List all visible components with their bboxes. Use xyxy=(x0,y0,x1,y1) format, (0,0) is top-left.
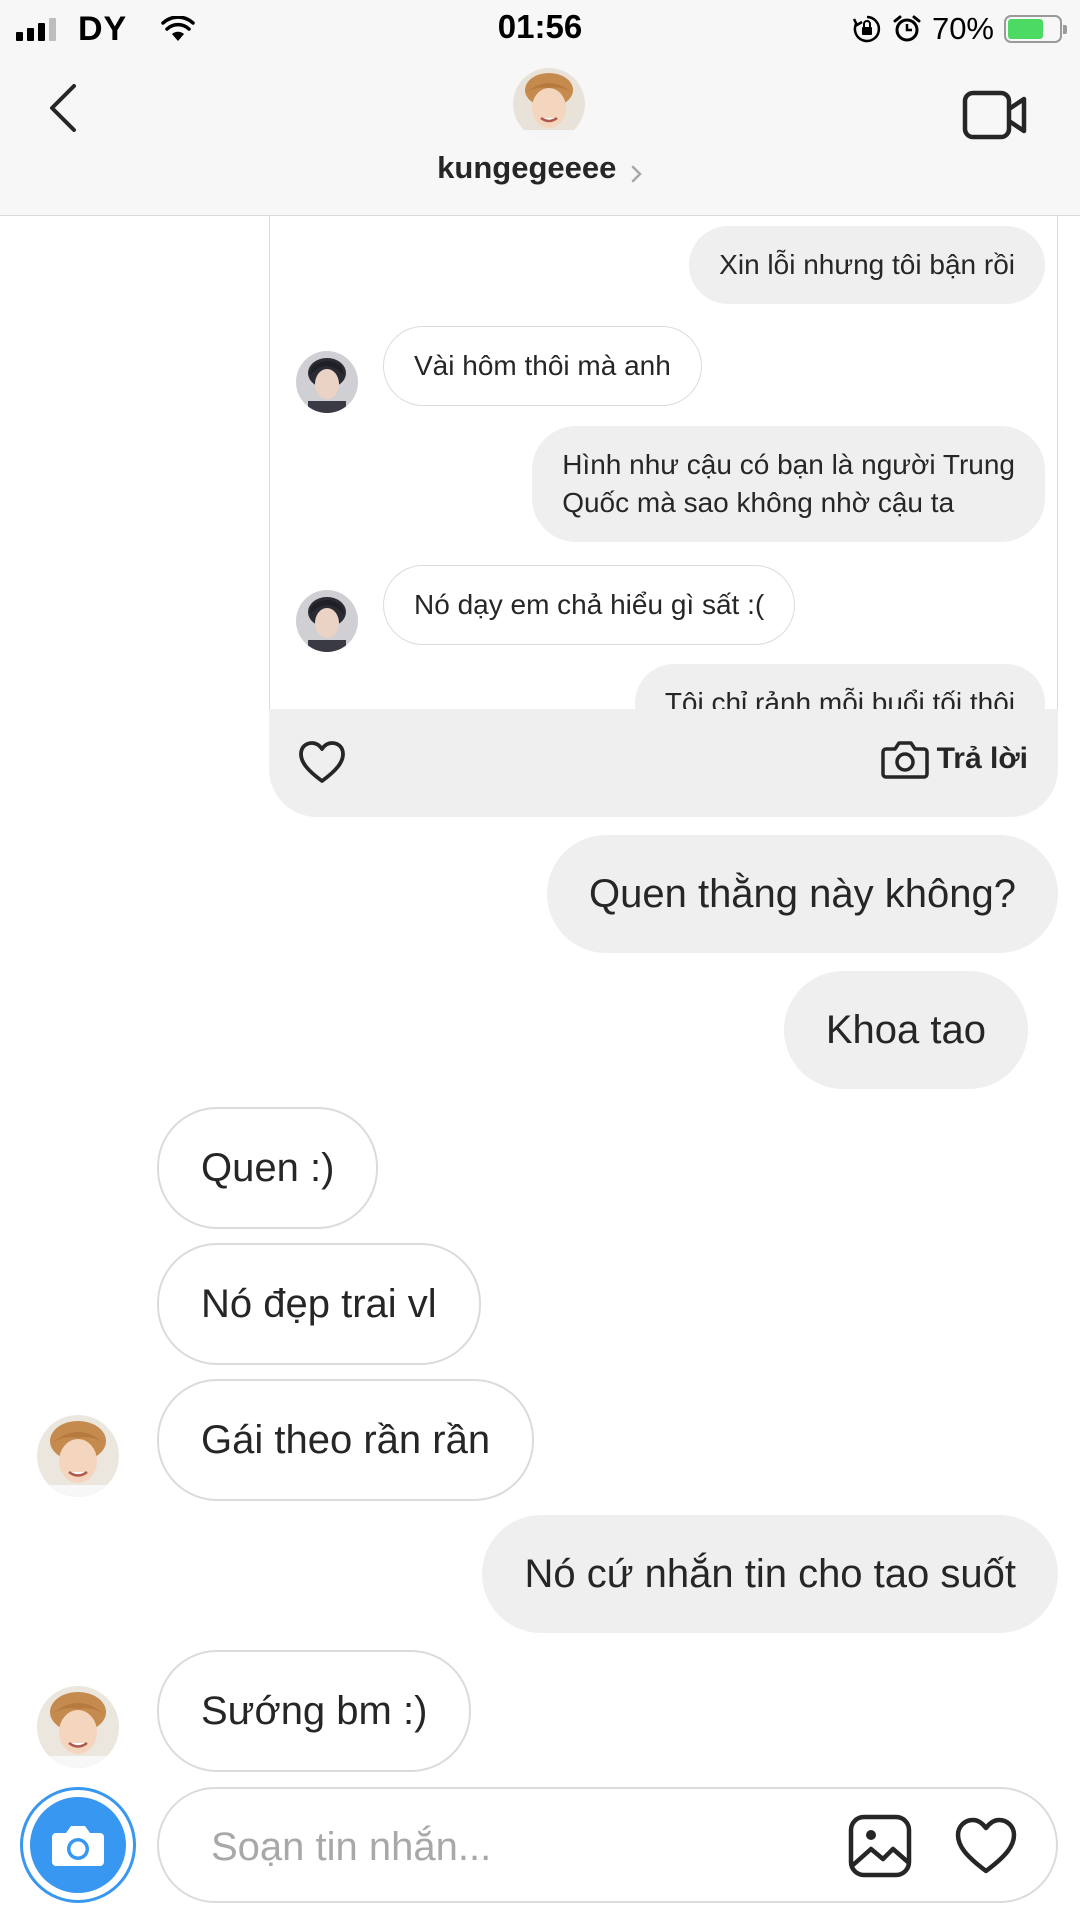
chevron-right-icon xyxy=(631,165,642,183)
message-bubble[interactable]: Khoa tao xyxy=(783,971,1028,1089)
alarm-icon xyxy=(893,15,921,42)
quoted-message: Nó dạy em chả hiểu gì sất :( xyxy=(383,565,796,645)
battery-level xyxy=(1008,19,1043,39)
message-bubble[interactable]: Nó cứ nhắn tin cho tao suốt xyxy=(482,1515,1058,1633)
quoted-message: Tôi chỉ rảnh mỗi buổi tối thôi xyxy=(634,664,1045,709)
message-bubble[interactable]: Sướng bm :) xyxy=(157,1650,472,1772)
avatar[interactable] xyxy=(513,68,585,140)
status-bar: DY 01:56 70% xyxy=(0,0,1080,58)
avatar[interactable] xyxy=(37,1415,119,1497)
quoted-message: Vài hôm thôi mà anh xyxy=(383,326,702,406)
video-camera-icon[interactable] xyxy=(962,88,1028,142)
heart-icon[interactable] xyxy=(297,739,347,785)
camera-icon xyxy=(880,741,929,779)
camera-button[interactable] xyxy=(20,1787,136,1903)
message-bubble[interactable]: Quen thằng này không? xyxy=(546,835,1058,953)
message-bubble[interactable]: Quen :) xyxy=(157,1107,379,1229)
quoted-message: Xin lỗi nhưng tôi bận rồi xyxy=(689,226,1045,304)
reply-label: Trả lời xyxy=(936,742,1028,775)
camera-icon xyxy=(52,1826,104,1866)
back-arrow-icon[interactable] xyxy=(40,78,90,138)
story-reply-card[interactable]: Xin lỗi nhưng tôi bận rồi Vài hôm thôi m… xyxy=(269,216,1058,817)
heart-icon[interactable] xyxy=(953,1815,1019,1877)
status-right: 70% xyxy=(852,10,1067,48)
quoted-message: Hình như cậu có bạn là người Trung Quốc … xyxy=(532,426,1045,542)
battery-icon xyxy=(1004,15,1067,43)
rotation-lock-icon xyxy=(852,15,881,43)
quoted-conversation: Xin lỗi nhưng tôi bận rồi Vài hôm thôi m… xyxy=(269,216,1058,709)
gallery-icon[interactable] xyxy=(847,1813,913,1879)
reply-card-actions: Trả lời xyxy=(269,709,1058,817)
avatar[interactable] xyxy=(37,1686,119,1768)
avatar xyxy=(296,590,358,652)
avatar xyxy=(296,351,358,413)
thread-header: kungegeeee xyxy=(0,58,1080,216)
message-bubble[interactable]: Gái theo rần rần xyxy=(157,1379,535,1501)
message-input[interactable] xyxy=(211,1819,771,1875)
username[interactable]: kungegeeee xyxy=(437,150,616,185)
reply-button[interactable]: Trả lời xyxy=(880,739,1028,779)
message-composer xyxy=(157,1787,1058,1903)
message-bubble[interactable]: Nó đẹp trai vl xyxy=(157,1243,481,1365)
battery-percent: 70% xyxy=(931,11,994,46)
header-title[interactable]: kungegeeee xyxy=(0,150,1080,186)
